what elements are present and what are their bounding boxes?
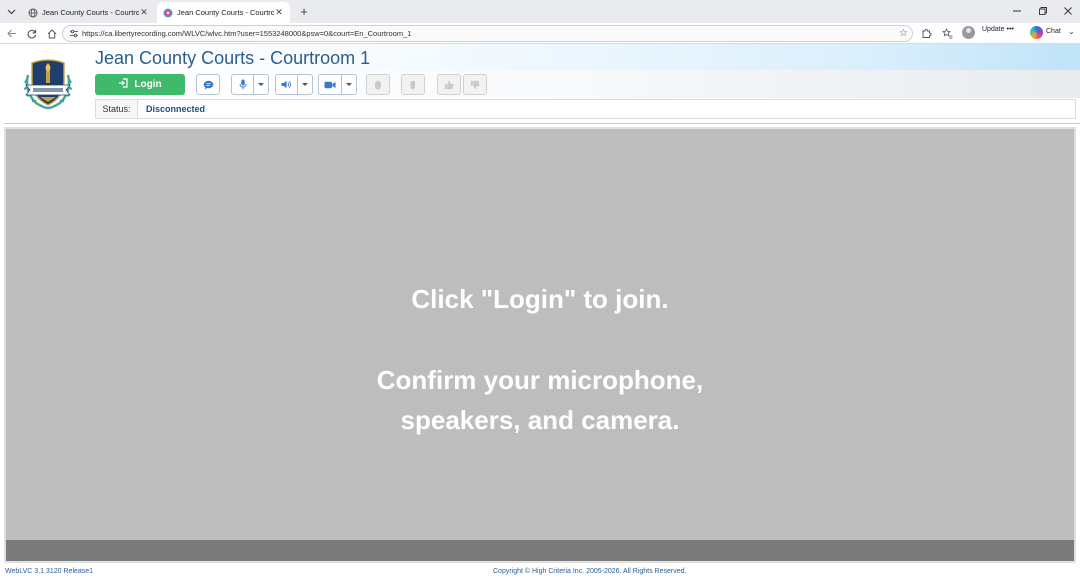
globe-icon (28, 8, 38, 18)
version-text: WebLVC 3.1.3120 Release1 (5, 568, 94, 575)
tab-title: Jean County Courts - Courtroom 1 (177, 8, 274, 17)
close-icon[interactable]: ✕ (274, 7, 284, 18)
thumbs-down-icon (470, 80, 480, 89)
app-header: Jean County Courts - Courtroom 1 Login S… (4, 44, 1080, 124)
hand-icon (375, 80, 381, 89)
browser-toolbar: https://ca.libertyrecording.com/WLVC/wlv… (0, 23, 1080, 44)
address-bar[interactable]: https://ca.libertyrecording.com/WLVC/wlv… (62, 25, 913, 42)
thumbs-up-icon (444, 80, 454, 89)
chat-button[interactable]: Chat (1046, 28, 1061, 35)
update-button[interactable]: Update ••• (982, 26, 1014, 33)
chevron-down-icon[interactable]: ⌄ (1068, 27, 1075, 36)
window-close-icon[interactable] (1059, 3, 1077, 19)
browser-tab-bar: Jean County Courts - Courtroom 1 ✕ Jean … (0, 0, 1080, 23)
tab-list-button[interactable] (4, 3, 19, 20)
thumbs-down-button[interactable] (463, 74, 487, 95)
chevron-down-icon (7, 9, 16, 14)
login-button[interactable]: Login (95, 74, 185, 95)
microphone-button[interactable] (231, 74, 254, 95)
tab-title: Jean County Courts - Courtroom 1 (42, 8, 139, 17)
puzzle-icon[interactable] (920, 27, 933, 40)
status-value: Disconnected (146, 104, 206, 114)
video-panel: Click "Login" to join. Confirm your micr… (4, 127, 1076, 563)
microphone-options-dropdown[interactable] (254, 74, 269, 95)
site-info-icon[interactable] (68, 28, 79, 39)
speaker-options-dropdown[interactable] (298, 74, 313, 95)
speaker-button[interactable] (275, 74, 298, 95)
chat-bubble-icon (203, 80, 213, 89)
copilot-icon[interactable] (1030, 26, 1043, 39)
restore-icon[interactable] (1034, 3, 1052, 19)
speaker-icon (281, 80, 291, 89)
lower-hand-button[interactable] (401, 74, 425, 95)
court-favicon-icon (163, 8, 173, 18)
home-icon[interactable] (44, 26, 59, 41)
thumbs-up-button[interactable] (437, 74, 461, 95)
status-bar: Status: Disconnected (95, 99, 1076, 119)
camera-options-dropdown[interactable] (342, 74, 357, 95)
refresh-icon[interactable] (24, 26, 39, 41)
court-logo (18, 55, 78, 113)
new-tab-button[interactable]: + (296, 4, 312, 19)
avatar[interactable] (962, 26, 975, 39)
instruction-line-2: Confirm your microphone, (376, 365, 704, 395)
video-panel-footer (6, 540, 1074, 561)
camera-button[interactable] (318, 74, 342, 95)
browser-tab-2[interactable]: Jean County Courts - Courtroom 1 ✕ (157, 2, 290, 23)
status-label: Status: (96, 100, 138, 118)
video-camera-icon (324, 81, 336, 88)
instruction-line-3: speakers, and camera. (400, 405, 680, 435)
hand-down-icon (410, 80, 415, 89)
login-label: Login (134, 79, 162, 90)
copyright-text: Copyright © High Criteria Inc. 2005-2026… (493, 568, 687, 575)
instruction-line-1: Click "Login" to join. (411, 284, 669, 314)
star-list-icon[interactable] (941, 27, 954, 40)
join-instructions: Click "Login" to join. Confirm your micr… (6, 279, 1074, 440)
minimize-icon[interactable] (1008, 3, 1026, 19)
star-icon[interactable]: ☆ (899, 28, 908, 39)
login-icon (118, 78, 128, 91)
close-icon[interactable]: ✕ (139, 7, 149, 18)
page-content: Jean County Courts - Courtroom 1 Login S… (0, 44, 1080, 581)
url-text: https://ca.libertyrecording.com/WLVC/wlv… (82, 29, 412, 38)
page-title: Jean County Courts - Courtroom 1 (95, 48, 371, 68)
browser-tab-1[interactable]: Jean County Courts - Courtroom 1 ✕ (22, 2, 155, 23)
back-icon[interactable] (4, 26, 19, 41)
microphone-icon (239, 79, 246, 90)
raise-hand-button[interactable] (366, 74, 390, 95)
court-seal-icon (24, 59, 72, 110)
chat-toggle-button[interactable] (196, 74, 220, 95)
